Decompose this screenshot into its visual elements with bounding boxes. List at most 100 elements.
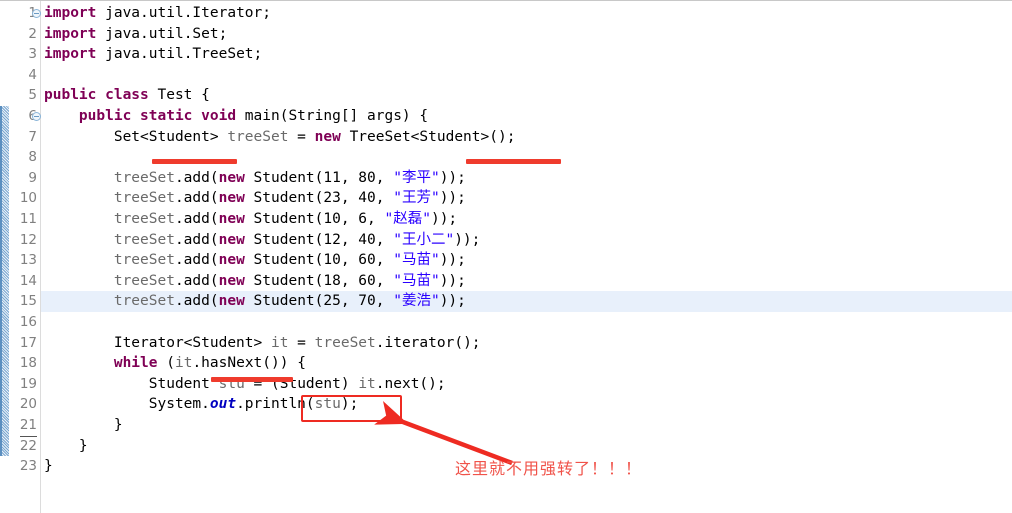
code-token: new [218, 211, 245, 227]
code-line-2[interactable]: import java.util.Set; [41, 24, 1012, 45]
code-line-8[interactable] [41, 147, 1012, 168]
code-token: )); [454, 231, 481, 248]
code-token: it [358, 375, 376, 392]
code-token: out [209, 396, 237, 413]
java-code-editor[interactable]: 1234567891011121314151617181920212223 im… [0, 0, 1012, 513]
code-token: .add( [174, 231, 219, 248]
code-token: treeSet [113, 231, 175, 248]
code-token: Iterator<Student> [44, 334, 271, 351]
code-line-15[interactable]: treeSet.add(new Student(25, 70, "姜浩")); [41, 291, 1012, 312]
code-token: treeSet [113, 190, 175, 207]
code-token: it [174, 355, 193, 372]
code-token: )); [430, 211, 458, 227]
code-token: while [113, 355, 158, 372]
code-token: treeSet [113, 252, 175, 269]
code-token: )); [439, 252, 466, 269]
fold-toggle-icon-line-6[interactable] [32, 112, 41, 121]
code-token: )); [439, 169, 466, 186]
code-token: new [218, 252, 245, 269]
code-token: .hasNext()) { [192, 355, 306, 372]
code-token: treeSet [113, 293, 175, 310]
code-token: "李平" [393, 169, 440, 186]
code-line-9[interactable]: treeSet.add(new Student(11, 80, "李平")); [41, 168, 1012, 189]
code-token: new [218, 293, 245, 310]
code-token: Student(10, 60, [244, 252, 394, 269]
code-token: = [288, 334, 315, 351]
code-token: .add( [174, 169, 219, 186]
code-token: treeSet [314, 334, 376, 351]
code-token: .iterator(); [375, 334, 481, 351]
code-token: Student(10, 6, [244, 211, 385, 227]
code-token: Student(18, 60, [244, 272, 394, 289]
code-token: new [218, 169, 245, 186]
code-token: .add( [174, 293, 219, 310]
code-token: "赵磊" [384, 211, 431, 227]
code-token: "王芳" [393, 190, 440, 207]
code-token: System. [44, 396, 210, 413]
code-content-area[interactable]: import java.util.Iterator; import java.ut… [41, 1, 1012, 513]
code-token: treeSet [227, 128, 289, 145]
code-token: .add( [174, 252, 219, 269]
code-token: java.util.TreeSet; [96, 46, 263, 63]
code-token: java.util.Set; [96, 25, 228, 42]
code-token: .add( [174, 211, 219, 227]
code-line-4[interactable] [41, 65, 1012, 86]
code-token: treeSet [113, 272, 175, 289]
code-token: ( [157, 355, 175, 372]
code-token: Student(25, 70, [244, 293, 394, 310]
code-token: import [44, 46, 97, 63]
code-token: new [314, 128, 341, 145]
code-line-22[interactable]: } [41, 436, 1012, 457]
code-token: java.util.Iterator; [96, 5, 271, 21]
code-token: import [44, 5, 97, 21]
code-line-13[interactable]: treeSet.add(new Student(10, 60, "马苗")); [41, 250, 1012, 271]
code-token: public class [44, 87, 149, 104]
code-token: stu [218, 375, 245, 392]
code-token: .add( [174, 190, 219, 207]
code-line-16[interactable] [41, 312, 1012, 333]
code-line-12[interactable]: treeSet.add(new Student(12, 40, "王小二")); [41, 230, 1012, 251]
code-token: Student [44, 375, 219, 392]
code-token: "姜浩" [393, 293, 440, 310]
code-token: Test { [148, 87, 210, 104]
code-line-1[interactable]: import java.util.Iterator; [41, 3, 1012, 24]
code-token: it [270, 334, 289, 351]
code-token: Student(12, 40, [244, 231, 394, 248]
code-line-7[interactable]: Set<Student> treeSet = new TreeSet<Stude… [41, 127, 1012, 148]
code-token: = (Student) [244, 375, 359, 392]
code-token: "王小二" [393, 231, 455, 248]
code-token: public static void [78, 108, 237, 124]
code-token: new [218, 231, 245, 248]
fold-change-bar[interactable] [0, 1, 9, 513]
code-line-11[interactable]: treeSet.add(new Student(10, 6, "赵磊")); [41, 209, 1012, 230]
code-line-6[interactable]: public static void main(String[] args) { [41, 106, 1012, 127]
code-line-10[interactable]: treeSet.add(new Student(23, 40, "王芳")); [41, 188, 1012, 209]
code-line-14[interactable]: treeSet.add(new Student(18, 60, "马苗")); [41, 271, 1012, 292]
code-line-20[interactable]: System.out.println(stu); [41, 394, 1012, 415]
code-token: Student(23, 40, [244, 190, 394, 207]
code-token: = [288, 128, 315, 145]
code-line-21[interactable]: } [41, 415, 1012, 436]
code-line-17[interactable]: Iterator<Student> it = treeSet.iterator(… [41, 333, 1012, 354]
code-line-19[interactable]: Student stu = (Student) it.next(); [41, 374, 1012, 395]
code-token: )); [439, 272, 466, 289]
code-line-18[interactable]: while (it.hasNext()) { [41, 353, 1012, 374]
code-line-23[interactable]: } [41, 456, 1012, 477]
code-token: )); [439, 293, 466, 310]
code-line-3[interactable]: import java.util.TreeSet; [41, 44, 1012, 65]
code-line-5[interactable]: public class Test { [41, 85, 1012, 106]
code-token: new [218, 190, 245, 207]
code-token: treeSet [113, 211, 175, 227]
code-token: } [44, 437, 88, 454]
fold-toggle-icon-line-1[interactable] [32, 9, 41, 18]
code-token: .add( [174, 272, 219, 289]
code-fold-region-marker[interactable] [0, 106, 9, 457]
